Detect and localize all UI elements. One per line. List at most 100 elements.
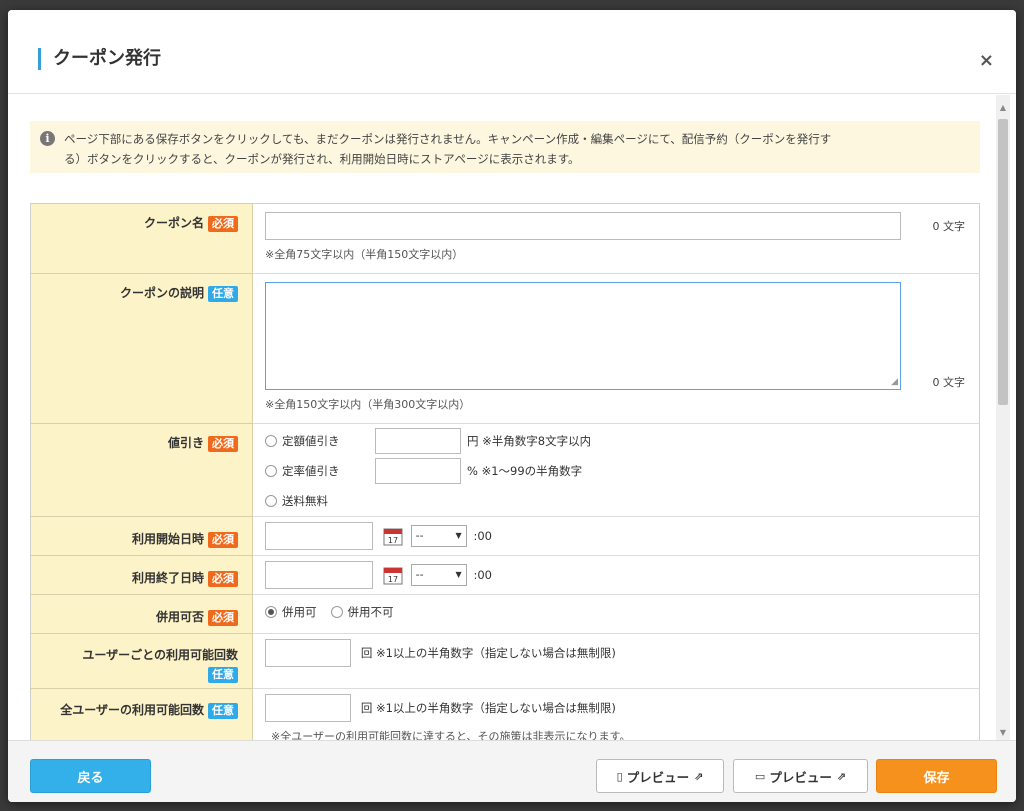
coupon-desc-count: 0 文字 bbox=[932, 376, 966, 389]
discount-fixed-label: 定額値引き bbox=[282, 434, 340, 448]
optional-badge: 任意 bbox=[208, 703, 238, 719]
required-badge: 必須 bbox=[208, 216, 238, 232]
combinable-no-label: 併用不可 bbox=[347, 605, 394, 619]
cell-start-datetime: 17 -- ▼ :00 bbox=[252, 516, 980, 556]
end-minute: :00 bbox=[473, 568, 492, 582]
required-badge: 必須 bbox=[208, 610, 238, 626]
label-per-user-limit: ユーザーごとの利用可能回数 任意 bbox=[30, 633, 253, 689]
row-coupon-name: クーポン名 必須 0 文字 ※全角75文字以内（半角150文字以内） bbox=[30, 203, 980, 274]
start-hour-value: -- bbox=[415, 529, 424, 542]
combinable-yes-radio[interactable] bbox=[265, 606, 277, 618]
combinable-no-radio[interactable] bbox=[330, 606, 343, 618]
discount-rate-radio[interactable] bbox=[265, 465, 277, 477]
external-link-icon: ⇗ bbox=[836, 769, 847, 783]
discount-rate-row: 定率値引き % ※1〜99の半角数字 bbox=[265, 456, 979, 486]
label-all-user-limit: 全ユーザーの利用可能回数 任意 bbox=[30, 688, 253, 740]
label-text: クーポンの説明 bbox=[119, 286, 204, 300]
preview-pc-label: プレビュー bbox=[769, 769, 832, 785]
combinable-yes-label: 併用可 bbox=[282, 605, 317, 619]
required-badge: 必須 bbox=[208, 571, 238, 587]
row-coupon-desc: クーポンの説明 任意 ◢ 0 文字 ※全角150文字以内（半角300文字以内） bbox=[30, 273, 980, 424]
end-hour-select[interactable]: -- ▼ bbox=[410, 564, 467, 586]
discount-free-shipping-row: 送料無料 bbox=[265, 486, 979, 516]
per-user-limit-unit: 回 ※1以上の半角数字（指定しない場合は無制限) bbox=[360, 646, 616, 660]
cell-per-user-limit: 回 ※1以上の半角数字（指定しない場合は無制限) bbox=[252, 633, 980, 689]
coupon-desc-textarea[interactable]: ◢ bbox=[265, 282, 901, 390]
discount-fixed-input[interactable] bbox=[375, 428, 461, 454]
preview-pc-button[interactable]: ▭ プレビュー ⇗ bbox=[733, 759, 868, 793]
info-notice: i ページ下部にある保存ボタンをクリックしても、まだクーポンは発行されません。キ… bbox=[30, 121, 980, 173]
start-hour-select[interactable]: -- ▼ bbox=[410, 525, 467, 547]
per-user-limit-input[interactable] bbox=[265, 639, 351, 667]
info-text-line1: ページ下部にある保存ボタンをクリックしても、まだクーポンは発行されません。キャン… bbox=[64, 132, 832, 146]
row-combinable: 併用可否 必須 併用可 併用不可 bbox=[30, 594, 980, 634]
free-shipping-radio[interactable] bbox=[265, 495, 277, 507]
label-discount: 値引き 必須 bbox=[30, 423, 253, 517]
calendar-icon[interactable]: 17 bbox=[383, 565, 403, 585]
row-all-user-limit: 全ユーザーの利用可能回数 任意 回 ※1以上の半角数字（指定しない場合は無制限) … bbox=[30, 688, 980, 740]
scroll-thumb[interactable] bbox=[998, 119, 1008, 405]
modal-title: クーポン発行 bbox=[38, 48, 161, 70]
modal-header: クーポン発行 × bbox=[8, 10, 1016, 94]
laptop-icon: ▭ bbox=[754, 769, 766, 783]
preview-mobile-button[interactable]: ▯ プレビュー ⇗ bbox=[596, 759, 724, 793]
cell-coupon-desc: ◢ 0 文字 ※全角150文字以内（半角300文字以内） bbox=[252, 273, 980, 424]
modal-body[interactable]: i ページ下部にある保存ボタンをクリックしても、まだクーポンは発行されません。キ… bbox=[8, 95, 1016, 740]
resize-handle-icon[interactable]: ◢ bbox=[891, 378, 898, 387]
back-button[interactable]: 戻る bbox=[30, 759, 151, 793]
label-start-datetime: 利用開始日時 必須 bbox=[30, 516, 253, 556]
start-date-input[interactable] bbox=[265, 522, 373, 550]
discount-rate-input[interactable] bbox=[375, 458, 461, 484]
end-hour-value: -- bbox=[415, 568, 424, 581]
required-badge: 必須 bbox=[208, 532, 238, 548]
info-icon: i bbox=[40, 131, 55, 146]
label-end-datetime: 利用終了日時 必須 bbox=[30, 555, 253, 595]
optional-badge: 任意 bbox=[208, 667, 238, 683]
coupon-name-input[interactable] bbox=[265, 212, 901, 240]
label-text: 併用可否 bbox=[155, 610, 204, 624]
end-date-input[interactable] bbox=[265, 561, 373, 589]
free-shipping-label: 送料無料 bbox=[282, 494, 328, 508]
scroll-down-icon[interactable]: ▼ bbox=[996, 726, 1010, 740]
chevron-down-icon: ▼ bbox=[455, 570, 462, 579]
label-text: 利用終了日時 bbox=[131, 571, 204, 585]
row-discount: 値引き 必須 定額値引き 円 ※半角数字8文字以内 定率値引き % ※1〜99の半… bbox=[30, 423, 980, 517]
info-text-line2: る）ボタンをクリックすると、クーポンが発行され、利用開始日時にストアページに表示… bbox=[64, 152, 580, 166]
label-coupon-name: クーポン名 必須 bbox=[30, 203, 253, 274]
discount-fixed-radio[interactable] bbox=[265, 435, 277, 447]
preview-mobile-label: プレビュー bbox=[626, 769, 690, 785]
discount-fixed-row: 定額値引き 円 ※半角数字8文字以内 bbox=[265, 426, 979, 456]
cell-coupon-name: 0 文字 ※全角75文字以内（半角150文字以内） bbox=[252, 203, 980, 274]
optional-badge: 任意 bbox=[208, 286, 238, 302]
cell-combinable: 併用可 併用不可 bbox=[252, 594, 980, 634]
coupon-form: クーポン名 必須 0 文字 ※全角75文字以内（半角150文字以内） クーポンの説… bbox=[30, 203, 980, 740]
save-button[interactable]: 保存 bbox=[876, 759, 997, 793]
scroll-up-icon[interactable]: ▲ bbox=[996, 101, 1010, 115]
label-combinable: 併用可否 必須 bbox=[30, 594, 253, 634]
coupon-desc-note: ※全角150文字以内（半角300文字以内） bbox=[265, 398, 471, 411]
coupon-name-note: ※全角75文字以内（半角150文字以内） bbox=[265, 248, 464, 261]
combinable-options: 併用可 併用不可 bbox=[265, 597, 979, 627]
cell-all-user-limit: 回 ※1以上の半角数字（指定しない場合は無制限) ※全ユーザーの利用可能回数に達… bbox=[252, 688, 980, 740]
label-coupon-desc: クーポンの説明 任意 bbox=[30, 273, 253, 424]
close-icon[interactable]: × bbox=[979, 50, 994, 71]
label-text: 値引き bbox=[167, 436, 204, 450]
label-text: クーポン名 bbox=[143, 216, 204, 230]
all-user-limit-input[interactable] bbox=[265, 694, 351, 722]
vertical-scrollbar[interactable]: ▲ ▼ bbox=[996, 95, 1010, 740]
external-link-icon: ⇗ bbox=[694, 769, 704, 783]
start-minute: :00 bbox=[473, 529, 492, 543]
required-badge: 必須 bbox=[208, 436, 238, 452]
modal-footer: 戻る ▯ プレビュー ⇗ ▭ プレビュー ⇗ 保存 bbox=[8, 740, 1016, 802]
discount-rate-label: 定率値引き bbox=[282, 464, 340, 478]
label-text: ユーザーごとの利用可能回数 bbox=[82, 648, 238, 662]
row-start-datetime: 利用開始日時 必須 17 -- ▼ :00 bbox=[30, 516, 980, 556]
all-user-limit-unit: 回 ※1以上の半角数字（指定しない場合は無制限) bbox=[360, 701, 616, 715]
discount-fixed-unit: 円 ※半角数字8文字以内 bbox=[467, 434, 592, 448]
calendar-icon[interactable]: 17 bbox=[383, 526, 403, 546]
discount-rate-unit: % ※1〜99の半角数字 bbox=[467, 464, 583, 478]
cell-discount: 定額値引き 円 ※半角数字8文字以内 定率値引き % ※1〜99の半角数字 送料… bbox=[252, 423, 980, 517]
svg-text:17: 17 bbox=[388, 575, 398, 584]
label-text: 利用開始日時 bbox=[131, 532, 204, 546]
cell-end-datetime: 17 -- ▼ :00 bbox=[252, 555, 980, 595]
